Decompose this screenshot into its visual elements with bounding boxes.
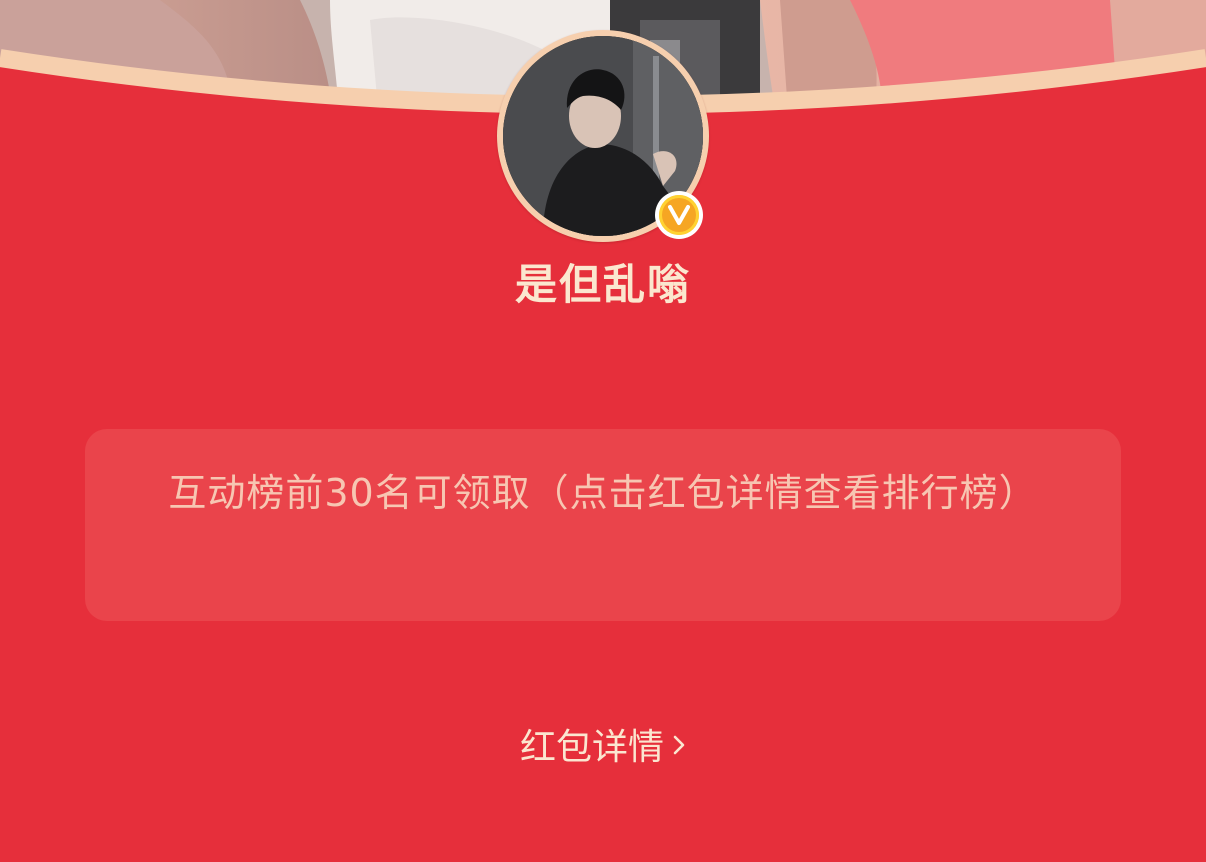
red-packet-screen: 是但乱嗡 互动榜前30名可领取（点击红包详情查看排行榜） 红包详情	[0, 0, 1206, 862]
rule-description-text: 互动榜前30名可领取（点击红包详情查看排行榜）	[168, 471, 1038, 515]
verified-v-badge-icon	[655, 191, 703, 239]
chevron-right-icon	[672, 718, 686, 774]
red-packet-details-link[interactable]: 红包详情	[0, 720, 1206, 777]
username: 是但乱嗡	[514, 260, 691, 309]
rule-description-box: 互动榜前30名可领取（点击红包详情查看排行榜）	[85, 429, 1121, 621]
details-label: 红包详情	[519, 727, 664, 768]
